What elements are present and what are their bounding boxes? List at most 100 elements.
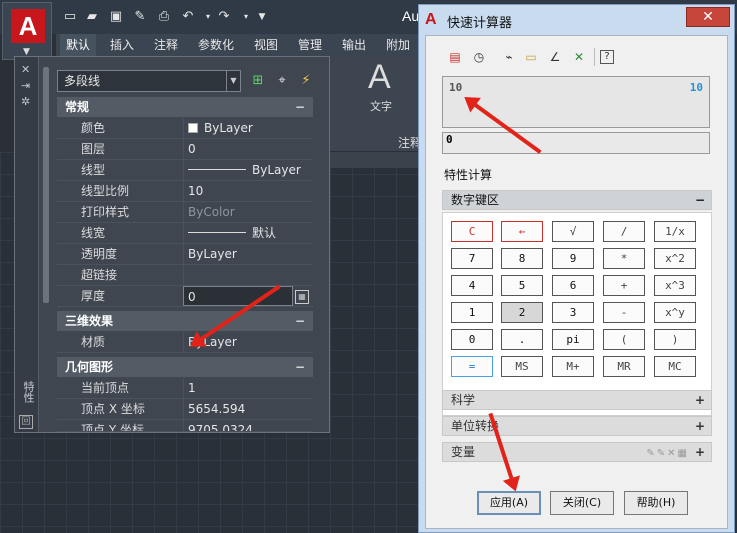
tab-parametric[interactable]: 参数化	[192, 34, 240, 56]
key-multiply[interactable]: *	[603, 248, 645, 269]
property-value[interactable]: 5654.594	[183, 399, 313, 419]
chevron-down-icon[interactable]: ▼	[226, 71, 240, 91]
tab-insert[interactable]: 插入	[104, 34, 140, 56]
property-row-vertex-y[interactable]: 顶点 Y 坐标 9705.0324	[57, 420, 313, 432]
key-plus[interactable]: +	[603, 275, 645, 296]
distance-icon[interactable]: ▭	[522, 48, 540, 66]
property-row-current-vertex[interactable]: 当前顶点 1	[57, 378, 313, 399]
clear-history-icon[interactable]: ◷	[470, 48, 488, 66]
application-menu-button[interactable]: A ▼	[2, 2, 52, 60]
key-5[interactable]: 5	[501, 275, 543, 296]
gear-icon[interactable]: ✲	[21, 95, 30, 108]
tab-addins[interactable]: 附加	[380, 34, 416, 56]
collapse-icon[interactable]: −	[295, 311, 305, 331]
property-value[interactable]: ByLayer	[183, 244, 313, 264]
help-icon[interactable]: ?	[600, 50, 614, 64]
key-power[interactable]: x^y	[654, 302, 696, 323]
redo-icon[interactable]: ↷	[216, 9, 232, 25]
key-2[interactable]: 2	[501, 302, 543, 323]
palette-menu-icon[interactable]: 回	[19, 415, 33, 429]
collapse-icon[interactable]: −	[695, 191, 705, 209]
expand-icon[interactable]: +	[695, 417, 705, 435]
key-divide[interactable]: /	[603, 221, 645, 242]
key-reciprocal[interactable]: 1/x	[654, 221, 696, 242]
toggle-pickadd-icon[interactable]: ⊞	[249, 72, 267, 90]
collapse-icon[interactable]: −	[295, 357, 305, 377]
property-value[interactable]: 0	[183, 139, 313, 159]
expand-icon[interactable]: +	[695, 443, 705, 461]
property-row-plot-style[interactable]: 打印样式 ByColor	[57, 202, 313, 223]
property-value[interactable]: 1	[183, 378, 313, 398]
tab-annotate[interactable]: 注释	[148, 34, 184, 56]
text-tool-icon[interactable]: A	[368, 58, 391, 97]
customize-toolbar-icon[interactable]: ▼	[254, 9, 270, 25]
key-6[interactable]: 6	[552, 275, 594, 296]
units-section-header[interactable]: 单位转换 +	[442, 416, 712, 436]
clear-icon[interactable]: ▤	[446, 48, 464, 66]
key-clear[interactable]: C	[451, 221, 493, 242]
tab-default[interactable]: 默认	[60, 34, 97, 56]
get-coordinates-icon[interactable]: ⌁	[500, 48, 518, 66]
key-0[interactable]: 0	[451, 329, 493, 350]
property-row-transparency[interactable]: 透明度 ByLayer	[57, 244, 313, 265]
saveas-icon[interactable]: ✎	[132, 9, 148, 25]
undo-dropdown-icon[interactable]: ▾	[200, 9, 216, 25]
key-8[interactable]: 8	[501, 248, 543, 269]
key-memory-store[interactable]: MS	[501, 356, 543, 377]
history-result[interactable]: 10	[690, 81, 703, 94]
intersection-icon[interactable]: ✕	[570, 48, 588, 66]
help-button[interactable]: 帮助(H)	[624, 491, 688, 515]
property-value[interactable]	[183, 265, 313, 285]
variables-section-header[interactable]: 变量 ✎✎✕▦ +	[442, 442, 712, 462]
close-icon[interactable]: ✕	[21, 63, 30, 76]
property-row-lineweight[interactable]: 线宽 默认	[57, 223, 313, 244]
key-7[interactable]: 7	[451, 248, 493, 269]
redo-dropdown-icon[interactable]: ▾	[238, 9, 254, 25]
property-row-linetype-scale[interactable]: 线型比例 10	[57, 181, 313, 202]
key-equals[interactable]: =	[451, 356, 493, 377]
property-row-layer[interactable]: 图层 0	[57, 139, 313, 160]
palette-title-strip[interactable]: ✕ ⇥ ✲ 特性 回	[15, 57, 39, 432]
close-dialog-button[interactable]: 关闭(C)	[550, 491, 614, 515]
apply-button[interactable]: 应用(A)	[477, 491, 541, 515]
property-value[interactable]: ByLayer	[183, 160, 313, 180]
key-open-paren[interactable]: (	[603, 329, 645, 350]
numpad-section-header[interactable]: 数字键区 −	[442, 190, 712, 210]
collapse-icon[interactable]: −	[295, 97, 305, 117]
key-3[interactable]: 3	[552, 302, 594, 323]
new-icon[interactable]: ▭	[62, 9, 78, 25]
property-row-color[interactable]: 颜色 ByLayer	[57, 118, 313, 139]
text-tool-label[interactable]: 文字	[370, 98, 392, 114]
section-geometry-header[interactable]: 几何图形 −	[57, 357, 313, 377]
save-icon[interactable]: ▣	[108, 9, 124, 25]
key-memory-recall[interactable]: MR	[603, 356, 645, 377]
history-area[interactable]: 10 10	[442, 76, 710, 128]
quick-select-icon[interactable]: ⚡	[297, 72, 315, 90]
key-square[interactable]: x^2	[654, 248, 696, 269]
key-decimal[interactable]: .	[501, 329, 543, 350]
property-row-material[interactable]: 材质 ByLayer	[57, 332, 313, 353]
property-value[interactable]: 10	[183, 181, 313, 201]
section-general-header[interactable]: 常规 −	[57, 97, 313, 117]
key-9[interactable]: 9	[552, 248, 594, 269]
science-section-header[interactable]: 科学 +	[442, 390, 712, 410]
key-memory-add[interactable]: M+	[552, 356, 594, 377]
key-sqrt[interactable]: √	[552, 221, 594, 242]
scrollbar[interactable]	[43, 67, 49, 303]
expand-icon[interactable]: +	[695, 391, 705, 409]
autohide-icon[interactable]: ⇥	[21, 79, 30, 92]
property-row-vertex-x[interactable]: 顶点 X 坐标 5654.594	[57, 399, 313, 420]
undo-icon[interactable]: ↶	[180, 9, 196, 25]
key-4[interactable]: 4	[451, 275, 493, 296]
section-3d-header[interactable]: 三维效果 −	[57, 311, 313, 331]
property-row-linetype[interactable]: 线型 ByLayer	[57, 160, 313, 181]
select-objects-icon[interactable]: ⌖	[273, 72, 291, 90]
dialog-title-bar[interactable]: A 快速计算器 ✕	[419, 5, 734, 35]
property-value[interactable]: ByLayer	[183, 118, 313, 138]
key-pi[interactable]: pi	[552, 329, 594, 350]
property-value[interactable]: 9705.0324	[183, 420, 313, 431]
tab-manage[interactable]: 管理	[292, 34, 328, 56]
tab-view[interactable]: 视图	[248, 34, 284, 56]
plot-icon[interactable]: ⎙	[156, 9, 172, 25]
property-row-hyperlink[interactable]: 超链接	[57, 265, 313, 286]
